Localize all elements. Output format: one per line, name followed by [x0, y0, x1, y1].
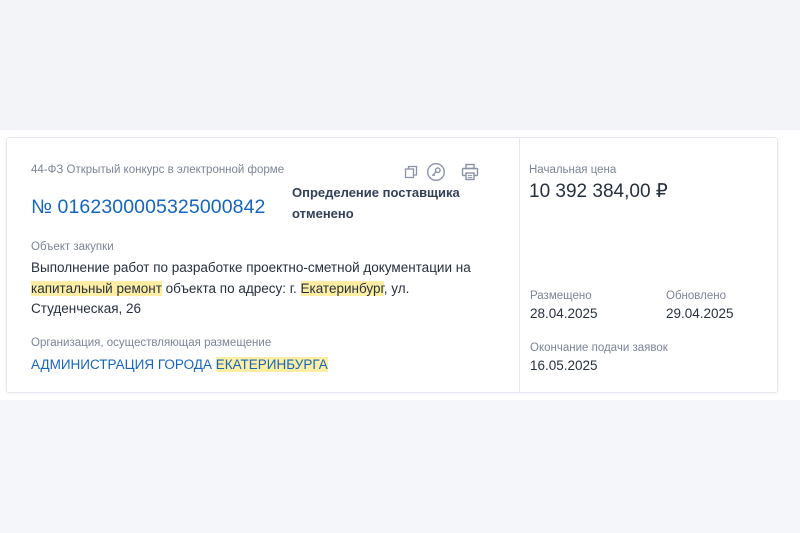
object-description: Выполнение работ по разработке проектно-…	[31, 258, 501, 320]
procurement-status: Определение поставщика отменено	[292, 185, 460, 221]
key-icon[interactable]	[426, 162, 446, 182]
posted-date: 28.04.2025	[530, 306, 598, 321]
organization-label: Организация, осуществляющая размещение	[31, 337, 272, 349]
search-highlight: капитальный ремонт	[31, 280, 162, 296]
object-text-part: объекта по адресу: г.	[161, 280, 301, 296]
print-icon[interactable]	[460, 162, 480, 182]
search-highlight: Екатеринбург	[300, 280, 384, 296]
updated-date: 29.04.2025	[666, 306, 734, 321]
column-divider	[519, 138, 520, 392]
search-highlight: ЕКАТЕРИНБУРГА	[215, 357, 328, 372]
page-background-top	[0, 0, 800, 130]
price-label: Начальная цена	[529, 164, 617, 176]
object-label: Объект закупки	[31, 241, 114, 253]
object-text-part: Выполнение работ по разработке проектно-…	[31, 260, 471, 275]
procurement-type: 44-ФЗ Открытый конкурс в электронной фор…	[31, 164, 285, 176]
deadline-date: 16.05.2025	[530, 358, 598, 373]
posted-label: Размещено	[530, 290, 592, 302]
price-value: 10 392 384,00 ₽	[529, 181, 668, 202]
registry-number-link[interactable]: № 0162300005325000842	[31, 196, 266, 219]
copy-icon[interactable]	[401, 162, 421, 182]
card-actions	[401, 162, 480, 182]
page-background-bottom	[0, 400, 800, 533]
organization-link[interactable]: АДМИНИСТРАЦИЯ ГОРОДА ЕКАТЕРИНБУРГА	[31, 357, 328, 372]
procurement-card: 44-ФЗ Открытый конкурс в электронной фор…	[6, 137, 778, 393]
organization-name-part: АДМИНИСТРАЦИЯ ГОРОДА	[31, 357, 216, 372]
deadline-label: Окончание подачи заявок	[530, 342, 668, 354]
updated-label: Обновлено	[666, 290, 726, 302]
